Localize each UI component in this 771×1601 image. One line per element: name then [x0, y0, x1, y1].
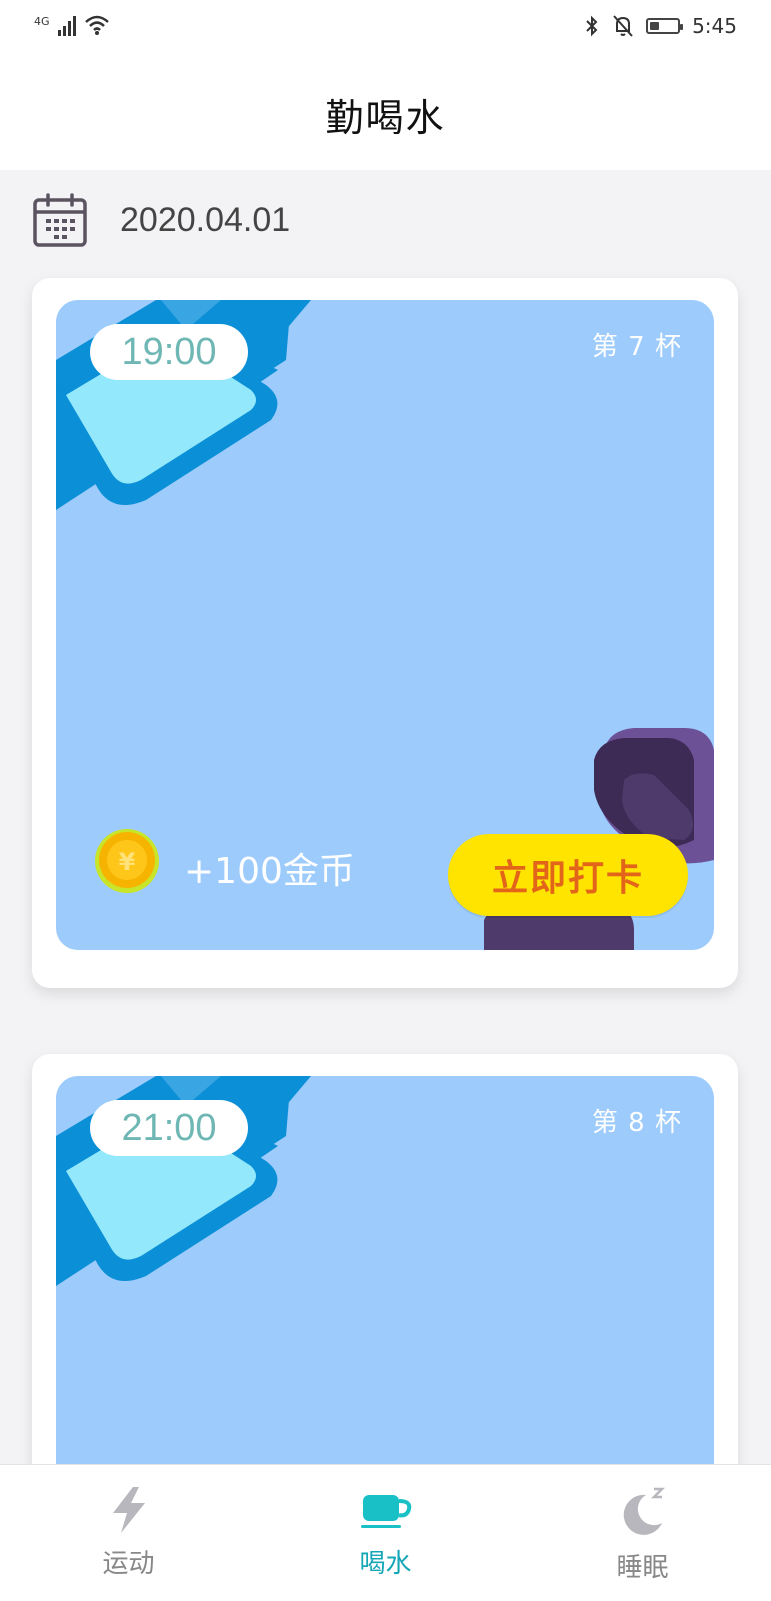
- cup-count-label: 第 8 杯: [591, 1108, 682, 1138]
- signal-icon: [57, 14, 76, 36]
- water-card-1: 19:00 第 7 杯 ¥ +100金币 立即打卡: [32, 278, 738, 988]
- bottom-nav: 运动 喝水 睡眠: [0, 1464, 771, 1601]
- water-card-panel: 19:00 第 7 杯 ¥ +100金币 立即打卡: [56, 300, 714, 950]
- nav-item-exercise[interactable]: 运动: [0, 1465, 257, 1601]
- coin-icon: ¥: [95, 829, 159, 893]
- status-bar: 4G 5:45: [0, 0, 771, 58]
- checkin-button[interactable]: 立即打卡: [448, 834, 688, 916]
- bell-off-icon: [613, 15, 633, 37]
- status-time: 5:45: [692, 14, 737, 38]
- nav-label-sleep: 睡眠: [616, 1553, 669, 1583]
- time-pill: 21:00: [90, 1100, 248, 1156]
- nav-item-sleep[interactable]: 睡眠: [514, 1465, 771, 1601]
- nav-label-exercise: 运动: [102, 1549, 155, 1579]
- cup-icon: [360, 1495, 411, 1528]
- svg-text:¥: ¥: [119, 848, 136, 876]
- nav-item-water[interactable]: 喝水: [257, 1465, 514, 1601]
- cup-count-label: 第 7 杯: [591, 332, 682, 362]
- battery-level: [650, 22, 660, 30]
- calendar-icon[interactable]: [32, 192, 88, 248]
- nav-label-water: 喝水: [359, 1549, 412, 1579]
- status-right: 5:45: [584, 14, 737, 38]
- lightning-icon: [112, 1487, 145, 1533]
- reward-text: +100金币: [184, 851, 355, 892]
- bluetooth-icon: [586, 15, 598, 37]
- moon-icon: [623, 1487, 665, 1535]
- time-pill: 19:00: [90, 324, 248, 380]
- status-left: 4G: [34, 14, 110, 36]
- network-type-label: 4G: [34, 15, 50, 28]
- date-row[interactable]: 2020.04.01: [32, 192, 290, 248]
- date-text: 2020.04.01: [120, 200, 291, 239]
- wifi-icon: [84, 15, 109, 35]
- header: 勤喝水: [0, 58, 771, 170]
- battery-icon: [646, 18, 684, 34]
- page-title: 勤喝水: [325, 95, 446, 140]
